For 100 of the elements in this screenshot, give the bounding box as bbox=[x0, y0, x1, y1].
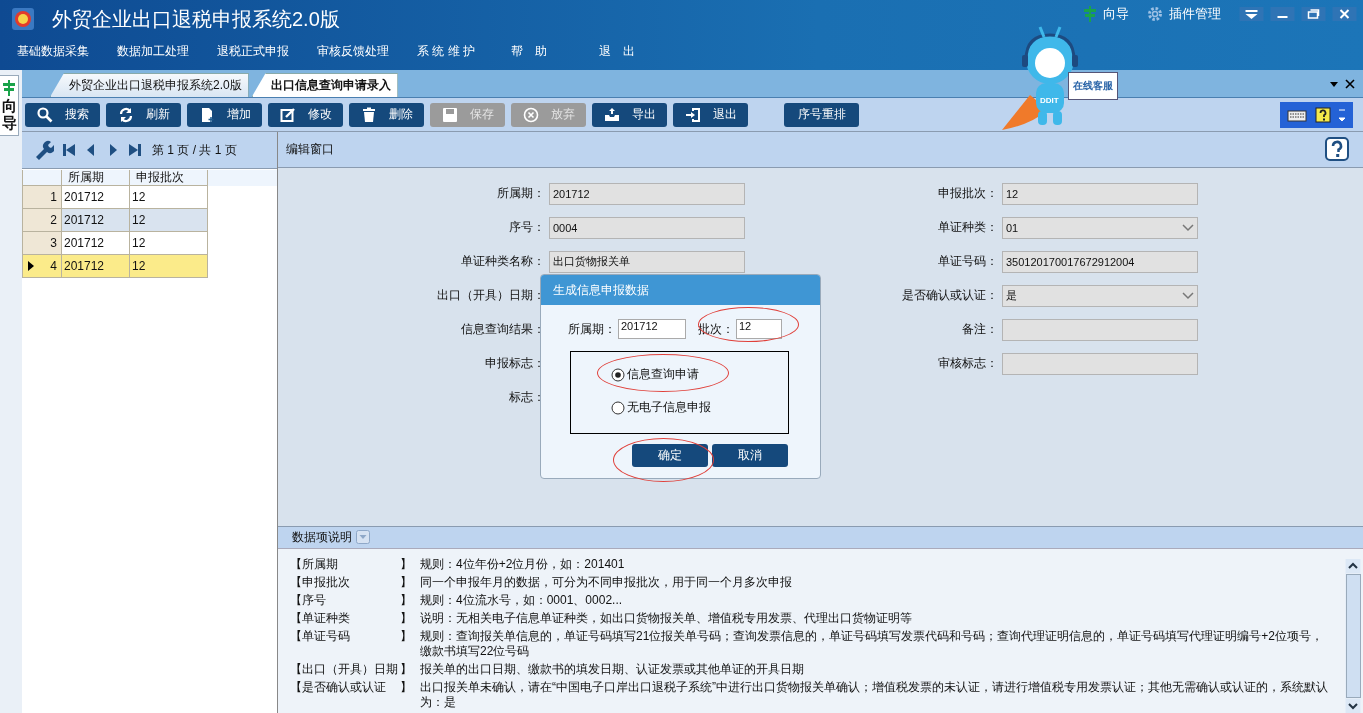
dialog-title: 生成信息申报数据 bbox=[541, 275, 820, 305]
last-page-icon[interactable] bbox=[128, 143, 142, 157]
first-page-icon[interactable] bbox=[62, 143, 76, 157]
text-field[interactable] bbox=[1002, 352, 1198, 375]
item-name: 【出口（开具）日期 bbox=[290, 662, 399, 677]
menu-item[interactable]: 退 出 bbox=[599, 42, 635, 60]
field-label: 审核标志： bbox=[938, 355, 998, 373]
toolbar-button[interactable]: 导出 bbox=[592, 102, 667, 127]
row-number: 2 bbox=[22, 209, 62, 232]
field-label: 单证号码： bbox=[938, 253, 998, 271]
field-label: 备注： bbox=[962, 321, 998, 339]
grid-row[interactable]: 4 201712 12 bbox=[22, 255, 277, 278]
text-field[interactable]: 350120170017672912004 bbox=[1002, 250, 1198, 273]
restore-icon[interactable] bbox=[1301, 7, 1326, 21]
field-label: 单证种类： bbox=[938, 219, 998, 237]
text-field[interactable]: 12 bbox=[1002, 182, 1198, 205]
close-icon[interactable] bbox=[1345, 78, 1355, 89]
side-tab[interactable]: 向导 bbox=[0, 75, 19, 136]
close-icon[interactable] bbox=[1332, 7, 1357, 21]
item-name: 【单证号码 bbox=[290, 629, 351, 645]
field-label: 标志： bbox=[509, 389, 545, 407]
dialog-button[interactable]: 确定 bbox=[632, 444, 708, 467]
field-label: 所属期： bbox=[497, 185, 545, 203]
scroll-down-icon[interactable] bbox=[1346, 699, 1360, 713]
current-row-icon bbox=[27, 261, 35, 271]
radio-button[interactable] bbox=[611, 367, 625, 382]
chevron-down-icon bbox=[1182, 291, 1194, 300]
table-cell: 12 bbox=[130, 255, 208, 278]
item-bracket: 】 bbox=[400, 557, 413, 572]
tab[interactable]: 出口信息查询申请录入 bbox=[251, 73, 398, 97]
wrench-icon[interactable] bbox=[34, 140, 54, 160]
dropdown-field[interactable]: 是 bbox=[1002, 284, 1198, 307]
gear-icon bbox=[1147, 6, 1163, 22]
item-description: 规则：4位年份+2位月份，如：201401 bbox=[420, 557, 626, 572]
chevron-down-icon bbox=[1182, 223, 1194, 232]
text-field[interactable]: 0004 bbox=[549, 216, 745, 239]
item-bracket: 】 bbox=[400, 629, 413, 645]
item-bracket: 】 bbox=[400, 680, 413, 696]
online-service-button[interactable]: 在线客服 bbox=[1068, 72, 1118, 100]
menu-item[interactable]: 系 统 维 护 bbox=[417, 42, 475, 60]
dropdown-icon[interactable] bbox=[1239, 7, 1264, 21]
row-number: 1 bbox=[22, 186, 62, 209]
toolbar-button[interactable]: 增加 bbox=[187, 102, 262, 127]
toolbar-button[interactable]: 搜索 bbox=[25, 102, 100, 127]
text-field[interactable] bbox=[1002, 318, 1198, 341]
radio-option[interactable]: 信息查询申请 bbox=[611, 366, 699, 383]
menu-item[interactable]: 审核反馈处理 bbox=[317, 42, 389, 60]
column-header[interactable]: 所属期 bbox=[62, 170, 130, 186]
keyboard-icon[interactable] bbox=[1287, 107, 1308, 122]
dropdown-field[interactable]: 01 bbox=[1002, 216, 1198, 239]
scroll-thumb[interactable] bbox=[1345, 574, 1361, 698]
exit-icon bbox=[684, 106, 701, 123]
field-label: 是否确认或认证： bbox=[902, 287, 998, 305]
item-name: 【申报批次 bbox=[290, 575, 351, 590]
text-field[interactable]: 201712 bbox=[549, 182, 745, 205]
signpost-icon bbox=[2, 80, 16, 96]
app-logo-icon bbox=[12, 8, 34, 30]
item-description: 同一个申报年月的数据，可分为不同申报批次，用于同一个月多次申报 bbox=[420, 575, 793, 590]
radio-option[interactable]: 无电子信息申报 bbox=[611, 399, 711, 416]
help-icon[interactable] bbox=[1325, 137, 1349, 162]
item-name: 【序号 bbox=[290, 593, 327, 608]
scroll-arrows-icon[interactable] bbox=[1337, 106, 1346, 123]
edit-icon bbox=[279, 106, 296, 123]
table-cell: 12 bbox=[130, 209, 208, 232]
field-label: 所属期： bbox=[568, 320, 616, 338]
text-field[interactable]: 出口货物报关单 bbox=[549, 250, 745, 273]
side-tab-label: 向导 bbox=[1, 98, 17, 131]
guide-link[interactable]: 向导 bbox=[1083, 5, 1129, 23]
toolbar-button[interactable]: 修改 bbox=[268, 102, 343, 127]
batch-field[interactable]: 12 bbox=[736, 319, 782, 339]
plugin-manager-link[interactable]: 插件管理 bbox=[1147, 5, 1221, 23]
item-name: 【是否确认或认证 bbox=[290, 680, 387, 696]
menu-item[interactable]: 基础数据采集 bbox=[17, 42, 89, 60]
period-field[interactable]: 201712 bbox=[618, 319, 686, 339]
column-header[interactable]: 申报批次 bbox=[130, 170, 208, 186]
item-description: 规则：4位流水号，如：0001、0002... bbox=[420, 593, 624, 608]
tab[interactable]: 外贸企业出口退税申报系统2.0版 bbox=[50, 73, 249, 97]
scrollbar[interactable] bbox=[1345, 559, 1361, 713]
grid-row[interactable]: 2 201712 12 bbox=[22, 209, 277, 232]
menu-item[interactable]: 帮 助 bbox=[511, 42, 547, 60]
window-title: 外贸企业出口退税申报系统2.0版 bbox=[52, 6, 340, 32]
item-description: 报关单的出口日期、缴款书的填发日期、认证发票或其他单证的开具日期 bbox=[420, 662, 805, 677]
signpost-icon bbox=[1083, 6, 1097, 22]
scroll-up-icon[interactable] bbox=[1346, 559, 1360, 573]
item-description: 规则：查询报关单信息的，单证号码填写21位报关单号码；查询发票信息的，单证号码填写发票代码和号码；查询代理证明信息的，单证号码填写代理证明编号+2位项号，缴款书填写22位号码 bbox=[420, 629, 1325, 659]
menu-item[interactable]: 数据加工处理 bbox=[117, 42, 189, 60]
page-indicator: 第 1 页 / 共 1 页 bbox=[152, 141, 237, 159]
field-label: 信息查询结果： bbox=[461, 321, 545, 339]
minimize-icon[interactable] bbox=[1270, 7, 1295, 21]
menu-item[interactable]: 退税正式申报 bbox=[217, 42, 289, 60]
item-bracket: 】 bbox=[400, 575, 413, 590]
toolbar-button[interactable]: 刷新 bbox=[106, 102, 181, 127]
dialog-button[interactable]: 取消 bbox=[712, 444, 788, 467]
item-bracket: 】 bbox=[400, 662, 413, 677]
toolbar-button[interactable]: 退出 bbox=[673, 102, 748, 127]
help-icon[interactable] bbox=[1314, 106, 1331, 123]
toolbar-button[interactable]: 序号重排 bbox=[784, 102, 859, 127]
table-cell: 201712 bbox=[62, 209, 130, 232]
radio-button[interactable] bbox=[611, 400, 625, 415]
toolbar-button[interactable]: 删除 bbox=[349, 102, 424, 127]
